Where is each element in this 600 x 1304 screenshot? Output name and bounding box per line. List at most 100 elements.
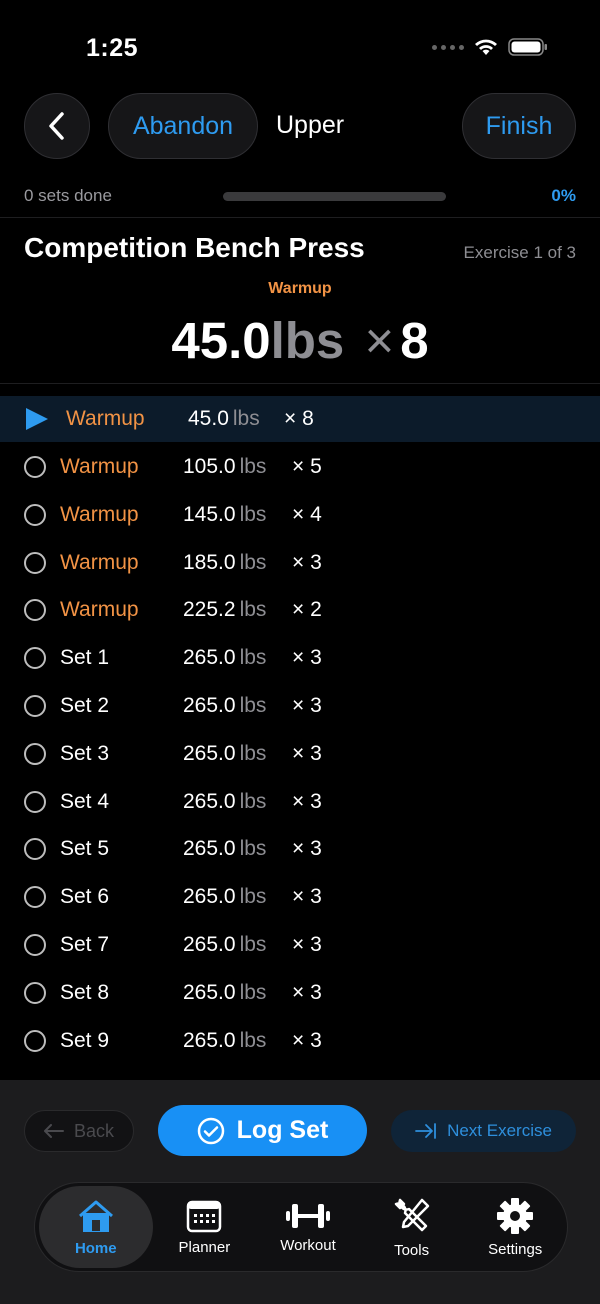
set-label: Set 4	[60, 789, 110, 813]
set-reps: × 3	[292, 837, 322, 861]
previous-set-button[interactable]: Back	[24, 1110, 134, 1152]
set-weight-value: 265.0	[183, 646, 236, 670]
set-weight: 265.0 lbs	[183, 981, 266, 1005]
abandon-button[interactable]: Abandon	[108, 93, 258, 159]
back-button[interactable]	[24, 93, 90, 159]
set-weight-unit: lbs	[239, 646, 267, 670]
set-weight-unit: lbs	[239, 502, 267, 526]
set-weight-value: 265.0	[183, 693, 236, 717]
set-weight: 265.0 lbs	[183, 742, 266, 766]
progress-bar	[223, 192, 446, 201]
tab-home[interactable]: Home	[39, 1186, 153, 1268]
back-label: Back	[73, 1120, 115, 1141]
set-reps: × 3	[292, 1028, 322, 1052]
set-row[interactable]: Set 9 265.0 lbs × 3	[0, 1018, 600, 1066]
set-checkbox[interactable]	[24, 981, 46, 1004]
set-weight-unit: lbs	[239, 1028, 267, 1052]
set-weight-value: 265.0	[183, 885, 236, 909]
set-weight-value: 185.0	[183, 550, 236, 574]
tab-tools[interactable]: Tools	[360, 1186, 464, 1268]
set-checkbox[interactable]	[24, 599, 46, 622]
set-weight-value: 265.0	[183, 980, 236, 1004]
set-reps: × 3	[292, 693, 322, 717]
next-exercise-label: Next Exercise	[447, 1121, 552, 1140]
set-reps: × 3	[292, 646, 322, 670]
set-weight-value: 145.0	[183, 502, 236, 526]
current-set-type: Warmup	[268, 280, 332, 297]
set-row[interactable]: Set 1 265.0 lbs × 3	[0, 635, 600, 683]
set-weight: 265.0 lbs	[183, 694, 266, 718]
set-reps: × 2	[292, 598, 322, 622]
set-checkbox[interactable]	[24, 503, 46, 526]
tab-tools-label: Tools	[394, 1241, 430, 1259]
set-weight-value: 265.0	[183, 837, 236, 861]
log-set-button[interactable]: Log Set	[158, 1105, 367, 1156]
set-weight-unit: lbs	[239, 598, 267, 622]
workout-header: Abandon Upper Finish	[0, 93, 600, 159]
current-reps: 8	[400, 312, 429, 369]
status-time: 1:25	[86, 34, 139, 62]
set-row[interactable]: Warmup 105.0 lbs × 5	[0, 444, 600, 492]
checkmark-circle-icon	[197, 1117, 224, 1144]
set-checkbox[interactable]	[24, 933, 46, 956]
set-label: Set 3	[60, 741, 110, 765]
set-weight-unit: lbs	[239, 837, 267, 861]
exercise-count: Exercise 1 of 3	[463, 243, 576, 262]
set-row[interactable]: Warmup 225.2 lbs × 2	[0, 587, 600, 635]
set-reps: × 3	[292, 550, 322, 574]
set-checkbox[interactable]	[24, 838, 46, 861]
current-unit: lbs	[270, 312, 345, 369]
set-checkbox[interactable]	[24, 694, 46, 717]
set-row[interactable]: Set 2 265.0 lbs × 3	[0, 683, 600, 731]
battery-icon	[508, 38, 548, 56]
wifi-icon	[474, 38, 498, 56]
set-weight: 105.0 lbs	[183, 455, 266, 479]
set-label: Warmup	[66, 407, 145, 430]
set-row[interactable]: Warmup 45.0 lbs × 8	[0, 396, 600, 442]
next-exercise-button[interactable]: Next Exercise	[391, 1110, 576, 1152]
set-row[interactable]: Warmup 145.0 lbs × 4	[0, 492, 600, 540]
set-label: Warmup	[60, 502, 139, 526]
set-row[interactable]: Set 6 265.0 lbs × 3	[0, 874, 600, 922]
set-checkbox[interactable]	[24, 790, 46, 813]
set-checkbox[interactable]	[24, 647, 46, 670]
status-bar: 1:25	[0, 0, 600, 90]
set-checkbox[interactable]	[24, 1029, 46, 1052]
set-checkbox[interactable]	[24, 456, 46, 478]
set-weight: 265.0 lbs	[183, 646, 266, 670]
tab-home-label: Home	[74, 1239, 117, 1257]
set-row[interactable]: Set 5 265.0 lbs × 3	[0, 826, 600, 874]
set-checkbox[interactable]	[24, 886, 46, 909]
set-row[interactable]: Set 8 265.0 lbs × 3	[0, 970, 600, 1018]
chevron-left-icon	[49, 112, 64, 140]
set-weight: 145.0 lbs	[183, 503, 266, 527]
workout-title: Upper	[276, 111, 345, 139]
set-reps: × 3	[292, 885, 322, 909]
tab-settings[interactable]: Settings	[463, 1186, 567, 1268]
progress-percent: 0%	[551, 186, 576, 205]
tab-bar: Home Planner Workout Tools Settings	[34, 1182, 568, 1272]
home-icon	[78, 1200, 113, 1232]
dumbbell-icon	[285, 1203, 330, 1228]
set-weight: 265.0 lbs	[183, 885, 266, 909]
progress-row: 0 sets done 0%	[0, 182, 600, 218]
log-set-label: Log Set	[236, 1116, 329, 1144]
set-weight-unit: lbs	[239, 693, 267, 717]
finish-button[interactable]: Finish	[462, 93, 576, 159]
arrow-left-icon	[43, 1124, 64, 1138]
set-row[interactable]: Set 4 265.0 lbs × 3	[0, 779, 600, 827]
set-row[interactable]: Set 7 265.0 lbs × 3	[0, 922, 600, 970]
set-label: Set 8	[60, 980, 110, 1004]
cellular-icon	[432, 44, 464, 50]
set-reps: × 3	[292, 932, 322, 956]
tab-planner[interactable]: Planner	[153, 1186, 257, 1268]
set-reps: × 5	[292, 455, 322, 478]
set-weight: 185.0 lbs	[183, 551, 266, 575]
set-checkbox[interactable]	[24, 551, 46, 574]
tab-workout[interactable]: Workout	[256, 1186, 360, 1268]
calendar-icon	[187, 1200, 222, 1232]
set-checkbox[interactable]	[24, 742, 46, 765]
set-weight: 225.2 lbs	[183, 598, 266, 622]
set-row[interactable]: Warmup 185.0 lbs × 3	[0, 540, 600, 588]
set-row[interactable]: Set 3 265.0 lbs × 3	[0, 731, 600, 779]
